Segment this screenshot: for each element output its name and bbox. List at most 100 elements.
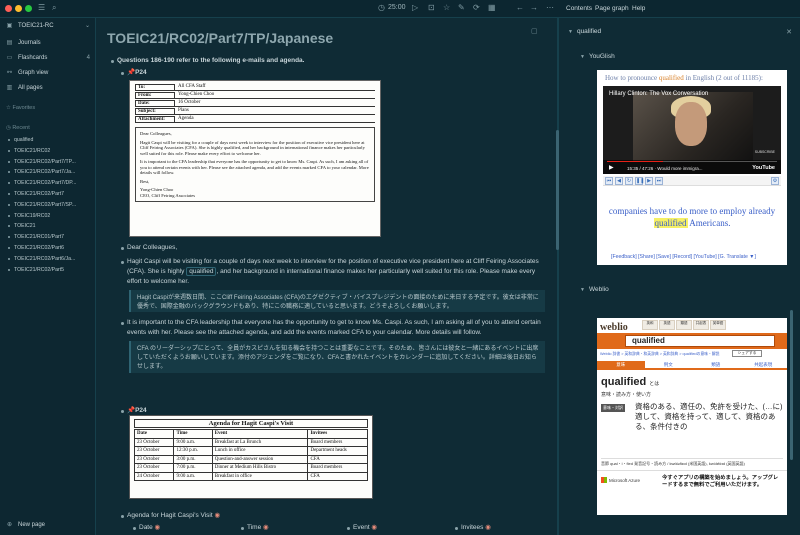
page-menu-icon[interactable]: ▢ [531,27,538,35]
right-panel-scrollbar[interactable] [790,310,793,460]
main-scrollbar[interactable] [556,130,559,250]
recent-item[interactable]: qualified [8,137,33,143]
block-bullet[interactable] [241,527,244,530]
weblio-dictionary-tab[interactable]: 英和 [642,320,658,330]
close-window-button[interactable] [5,5,12,12]
weblio-nav-tab[interactable]: 共起表現 [740,361,788,368]
japanese-translation-1[interactable]: Hagit Caspiが来週数日間、ここCliff Feiring Associ… [129,290,545,312]
recent-heading[interactable]: ◷ Recent [6,125,30,131]
pomodoro-timer[interactable]: 25:00 [388,4,406,11]
recent-item[interactable]: TOEIC21/RC02/Part7/DP... [8,180,76,186]
agenda-column-block[interactable]: Invitees ◉ [461,523,491,533]
replay-icon[interactable]: ↻ [625,177,633,185]
new-page-button[interactable]: ⊕ New page [6,521,90,529]
block-bullet[interactable] [455,527,458,530]
block-bullet[interactable] [121,410,124,413]
panel-divider[interactable] [557,18,559,535]
next-icon[interactable]: ▶ [645,177,653,185]
video-title[interactable]: Hillary Clinton: The Vox Conversation [609,91,708,97]
agenda-column-block[interactable]: Event ◉ [353,523,377,533]
more-icon[interactable]: ⋯ [546,3,554,12]
close-icon[interactable]: ✕ [786,28,792,36]
recent-item[interactable]: TOEIC21/RC02/Part7/TP... [8,159,76,165]
weblio-search-input[interactable]: qualified [625,335,775,347]
page-title[interactable]: TOEIC21/RC02/Part7/TP/Japanese [107,30,333,46]
agenda-column-block[interactable]: Date ◉ [139,523,160,533]
block-bullet[interactable] [121,247,124,250]
block-bullet[interactable] [121,515,124,518]
search-icon[interactable]: ⌕ [52,3,56,13]
recent-item[interactable]: TOEIC21/RC02 [8,148,50,154]
weblio-dictionary-tab[interactable]: 類語 [676,320,692,330]
block-bullet[interactable] [121,261,124,264]
recent-item[interactable]: TOEIC21/RC02/Part6/Ja... [8,256,75,262]
weblio-header[interactable]: ▼ Weblio [580,286,609,293]
rewind-icon[interactable]: ◀ [615,177,623,185]
back-arrow-icon[interactable]: ← [516,3,524,12]
weblio-breadcrumb[interactable]: Weblio 辞書 > 英和辞典・和英辞典 > 英和辞典 > qualified… [600,352,719,357]
questions-block[interactable]: Questions 186-190 refer to the following… [117,56,304,66]
youglish-links[interactable]: [Feedback] [Share] [Save] [Record] [YouT… [611,254,756,260]
star-icon[interactable]: ☆ [443,3,450,12]
agenda-column-block[interactable]: Time ◉ [247,523,269,533]
sync-icon[interactable]: ⟳ [473,3,480,12]
weblio-nav-tab[interactable]: 例文 [645,361,693,368]
sidebar-item-graph-view[interactable]: ⚯ Graph view [6,69,90,77]
settings-icon[interactable]: ⚙ [771,177,779,185]
weblio-nav-tab[interactable]: 意味 [597,361,645,368]
paragraph-1-block[interactable]: Hagit Caspi will be visiting for a coupl… [127,257,547,287]
recent-item[interactable]: TOEIC21/RC01/Part7 [8,234,64,240]
share-button[interactable]: シェアする [732,350,762,357]
recent-item[interactable]: TOEIC21/RC02/Part7/Ja... [8,169,75,175]
favorites-heading[interactable]: ☆ Favorites [6,105,35,111]
weblio-ad[interactable]: Microsoft Azure 今すぐアプリの構築を始めましょう。アップグレード… [597,470,787,515]
minimize-window-button[interactable] [15,5,22,12]
weblio-dictionary-tab[interactable]: 英単語 [710,320,726,330]
timer-icon[interactable]: ◷ [378,3,385,12]
recent-item[interactable]: TOEIC21 [8,223,36,229]
sidebar-item-flashcards[interactable]: ▭ Flashcards 4 [6,54,90,62]
tab-page-graph[interactable]: Page graph [595,5,629,12]
block-bullet[interactable] [121,72,124,75]
youglish-header[interactable]: ▼ YouGlish [580,53,615,60]
sidebar-item-journals[interactable]: ▤ Journals [6,39,90,47]
sidebar-toggle-icon[interactable]: ☰ [38,3,45,12]
agenda-bullet-block[interactable]: Agenda for Hagit Caspi's Visit ◉ [127,511,220,521]
japanese-translation-2[interactable]: CFA のリーダーシップにとって、全員がカスピさんを知る機会を持つことは重要なこ… [129,341,545,373]
previous-icon[interactable]: ⏮ [605,177,613,185]
weblio-logo[interactable]: weblio [600,322,628,333]
sidebar-item-all-pages[interactable]: ▥ All pages [6,84,90,92]
dear-block[interactable]: Dear Colleagues, [127,243,177,253]
workspace-switcher[interactable]: ▣ TOEIC21-RC ⌄ [6,22,90,30]
weblio-dictionary-tab[interactable]: 英語 [659,320,675,330]
tab-help[interactable]: Help [632,5,645,12]
weblio-nav-tab[interactable]: 類語 [692,361,740,368]
recent-item[interactable]: TOEIC21/RC02/Part5 [8,267,64,273]
subscribe-label[interactable]: SUBSCRIBE [755,150,775,154]
pause-icon[interactable]: ❚❚ [635,177,644,185]
video-progress[interactable] [607,160,777,162]
tab-contents[interactable]: Contents [566,5,592,12]
youtube-logo[interactable]: YouTube [752,165,775,171]
block-bullet[interactable] [121,322,124,325]
recent-item[interactable]: TOEIC21/RC02/Part7/SP... [8,202,76,208]
recent-item[interactable]: TOEIC21/RC02/Part6 [8,245,64,251]
p24-block[interactable]: 📌P24 [127,68,147,78]
block-bullet[interactable] [347,527,350,530]
paragraph-2-block[interactable]: It is important to the CFA leadership th… [127,318,547,338]
qualified-page-ref[interactable]: qualified [186,267,217,276]
recent-item[interactable]: TOEIC19/RC02 [8,213,50,219]
capture-icon[interactable]: ⊡ [428,3,435,12]
forward-arrow-icon[interactable]: → [530,3,538,12]
calendar-icon[interactable]: ▦ [488,3,496,12]
edit-icon[interactable]: ✎ [458,3,465,12]
youtube-video[interactable]: Hillary Clinton: The Vox Conversation SU… [603,86,781,174]
block-bullet[interactable] [111,60,114,63]
block-bullet[interactable] [133,527,136,530]
sidebar-page-header[interactable]: ▼ qualified [568,28,601,35]
play-icon[interactable]: ▷ [412,3,418,12]
recent-item[interactable]: TOEIC21/RC02/Part7 [8,191,64,197]
play-icon[interactable]: ▶ [609,164,614,171]
weblio-dictionary-tab[interactable]: 共起表 [693,320,709,330]
zoom-window-button[interactable] [25,5,32,12]
